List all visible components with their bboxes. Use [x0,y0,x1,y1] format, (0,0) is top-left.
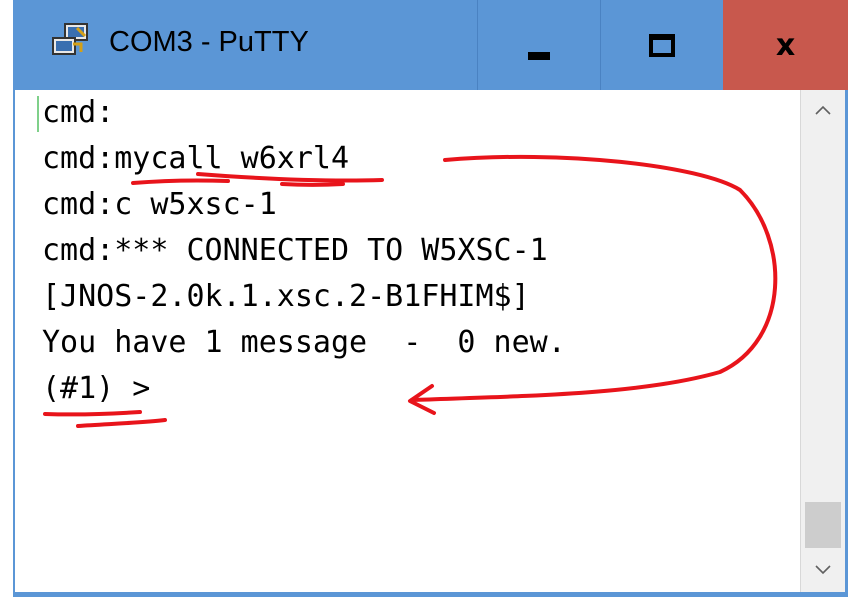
terminal-line: (#1) > [42,371,151,406]
terminal-line: cmd:*** CONNECTED TO W5XSC-1 [42,233,548,268]
putty-window: COM3 - PuTTY x cmd: cmd:mycall w6xrl4 cm… [13,0,848,597]
maximize-icon [649,33,675,57]
terminal-line: [JNOS-2.0k.1.xsc.2-B1FHIM$] [42,279,530,314]
maximize-button[interactable] [600,0,723,90]
cursor-mark [37,96,39,132]
minimize-icon [528,52,550,60]
terminal-screen[interactable]: cmd: cmd:mycall w6xrl4 cmd:c w5xsc-1 cmd… [15,90,800,592]
chevron-down-icon [815,565,831,575]
scroll-up-button[interactable] [801,90,845,130]
close-icon: x [775,27,796,63]
close-button[interactable]: x [723,0,848,90]
scroll-down-button[interactable] [801,550,845,590]
scrollbar-thumb[interactable] [805,502,841,548]
terminal-line: You have 1 message - 0 new. [42,325,566,360]
title-bar[interactable]: COM3 - PuTTY x [13,0,848,90]
window-title: COM3 - PuTTY [109,26,309,58]
terminal-line: cmd:c w5xsc-1 [42,187,277,222]
putty-icon [52,23,88,55]
client-area: cmd: cmd:mycall w6xrl4 cmd:c w5xsc-1 cmd… [13,90,848,597]
minimize-button[interactable] [477,0,600,90]
chevron-up-icon [815,105,831,115]
terminal-line: cmd:mycall w6xrl4 [42,141,350,176]
vertical-scrollbar[interactable] [800,90,845,592]
terminal-line: cmd: [42,95,115,130]
